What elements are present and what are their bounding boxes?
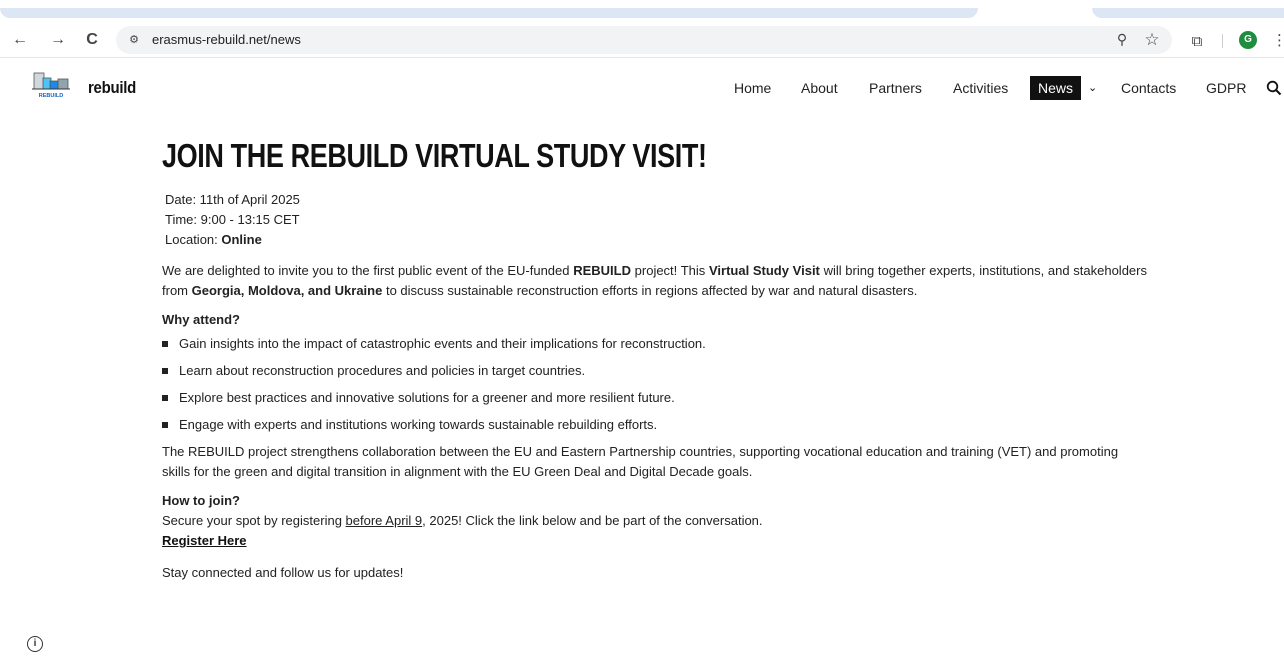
bullet-icon xyxy=(162,395,168,401)
event-date: Date: 11th of April 2025 xyxy=(165,192,300,207)
nav-partners[interactable]: Partners xyxy=(869,76,922,100)
join-instructions: Secure your spot by registering before A… xyxy=(162,513,763,528)
why-attend-list: Gain insights into the impact of catastr… xyxy=(162,334,1147,442)
rebuild-logo[interactable]: REBUILD xyxy=(32,69,70,99)
nav-activities[interactable]: Activities xyxy=(953,76,1008,100)
register-link[interactable]: Register Here xyxy=(162,531,1147,551)
nav-news[interactable]: News xyxy=(1030,76,1082,100)
event-details: Date: 11th of April 2025 Time: 9:00 - 13… xyxy=(165,190,1147,250)
browser-toolbar: ← → C ⚙ erasmus-rebuild.net/news ⚲ ☆ ⧉ G… xyxy=(0,22,1284,58)
list-item: Gain insights into the impact of catastr… xyxy=(162,334,1147,361)
bookmark-star-icon[interactable]: ☆ xyxy=(1140,28,1164,52)
deadline-text: before April 9 xyxy=(345,513,423,528)
tab-strip-right xyxy=(1092,8,1284,18)
page-title: JOIN THE REBUILD VIRTUAL STUDY VISIT! xyxy=(162,137,707,174)
logo-caption: REBUILD xyxy=(39,93,63,99)
intro-paragraph: We are delighted to invite you to the fi… xyxy=(162,263,1147,298)
toolbar-divider xyxy=(1222,34,1223,48)
nav-home[interactable]: Home xyxy=(734,76,771,100)
list-item: Engage with experts and institutions wor… xyxy=(162,415,1147,442)
site-info-icon[interactable]: ⚙ xyxy=(124,30,144,50)
article: JOIN THE REBUILD VIRTUAL STUDY VISIT! Da… xyxy=(162,134,1147,583)
url-text[interactable]: erasmus-rebuild.net/news xyxy=(152,32,301,47)
site-header: REBUILD rebuild Home About Partners Acti… xyxy=(0,62,1284,112)
profile-avatar[interactable]: G xyxy=(1239,31,1257,49)
nav-gdpr[interactable]: GDPR xyxy=(1206,76,1246,100)
nav-about[interactable]: About xyxy=(801,76,838,100)
bullet-icon xyxy=(162,368,168,374)
zoom-icon[interactable]: ⚲ xyxy=(1110,28,1134,52)
list-item: Explore best practices and innovative so… xyxy=(162,388,1147,415)
site-brand[interactable]: rebuild xyxy=(88,78,136,98)
extensions-icon[interactable]: ⧉ xyxy=(1186,30,1208,52)
tab-strip-left xyxy=(0,8,978,18)
reload-icon[interactable]: C xyxy=(80,28,104,52)
event-location: Location: Online xyxy=(165,232,262,247)
back-icon[interactable]: ← xyxy=(8,28,32,52)
event-time: Time: 9:00 - 13:15 CET xyxy=(165,212,300,227)
info-icon[interactable]: i xyxy=(27,636,43,652)
tab-strip xyxy=(0,0,1284,20)
address-bar[interactable]: ⚙ erasmus-rebuild.net/news ⚲ ☆ xyxy=(116,26,1172,54)
news-dropdown-chevron-icon[interactable]: ⌄ xyxy=(1088,76,1097,100)
forward-icon[interactable]: → xyxy=(46,28,70,52)
list-item: Learn about reconstruction procedures an… xyxy=(162,361,1147,388)
how-to-join-heading: How to join? xyxy=(162,493,240,508)
stay-connected-text: Stay connected and follow us for updates… xyxy=(162,565,404,580)
project-paragraph: The REBUILD project strengthens collabor… xyxy=(162,444,1119,479)
logo-graphic-icon: REBUILD xyxy=(32,72,70,99)
bullet-icon xyxy=(162,341,168,347)
browser-menu-icon[interactable]: ⋮ xyxy=(1272,30,1284,50)
bullet-icon xyxy=(162,422,168,428)
nav-contacts[interactable]: Contacts xyxy=(1121,76,1176,100)
search-icon[interactable] xyxy=(1266,76,1284,98)
why-attend-heading: Why attend? xyxy=(162,312,240,327)
